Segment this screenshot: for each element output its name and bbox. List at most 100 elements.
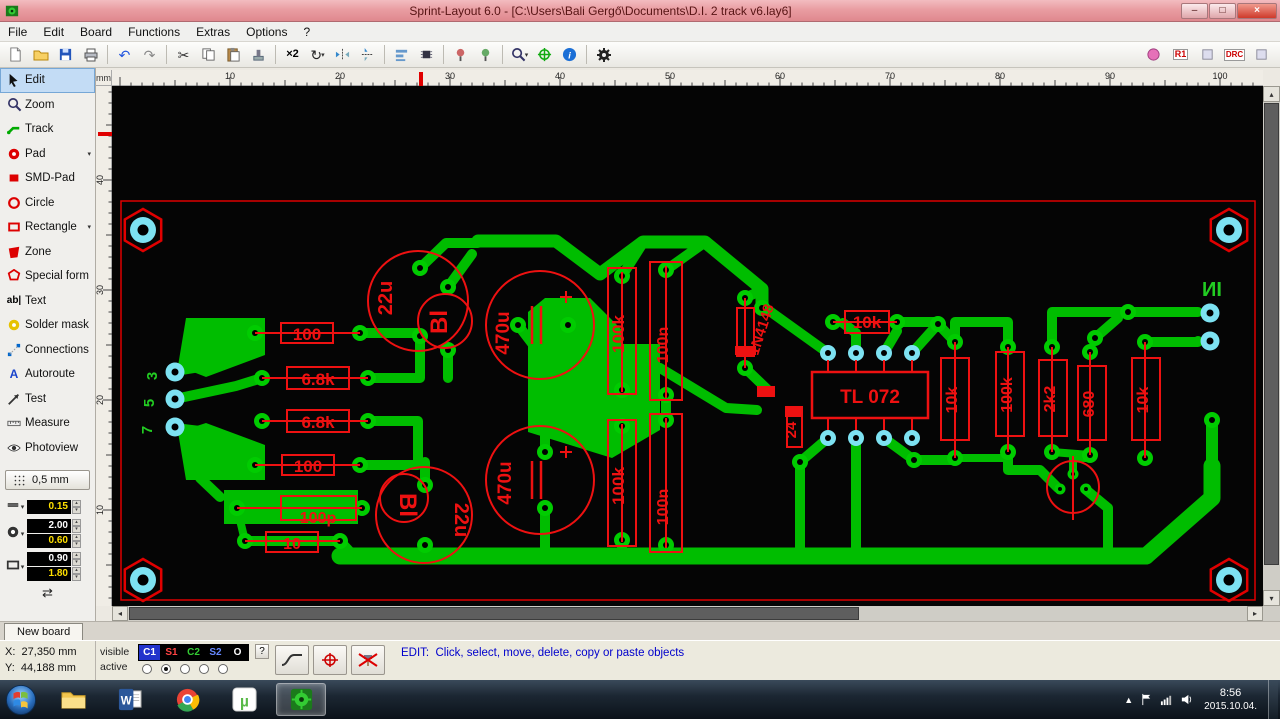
horizontal-scroll-thumb[interactable] — [129, 607, 859, 620]
speaker-icon[interactable] — [1180, 693, 1193, 706]
dropdown-arrow-icon[interactable]: ▾ — [87, 223, 91, 231]
tool-measure[interactable]: Measure — [0, 411, 95, 436]
delete-button[interactable] — [246, 44, 271, 66]
tool-smd-pad[interactable]: SMD-Pad — [0, 166, 95, 191]
scroll-down-icon[interactable]: ▾ — [1263, 590, 1280, 606]
origin-button[interactable] — [532, 44, 557, 66]
pad-diameter-value[interactable]: 2.00 — [27, 519, 71, 533]
taskbar-app-windows-explorer[interactable] — [48, 683, 98, 716]
layer-s2-button[interactable]: S2 — [205, 645, 226, 660]
vertical-scroll-thumb[interactable] — [1264, 103, 1279, 565]
tool-edit[interactable]: Edit — [0, 68, 95, 93]
component-side-button[interactable] — [473, 44, 498, 66]
redo-button[interactable]: ↷ — [137, 44, 162, 66]
tool-track[interactable]: Track — [0, 117, 95, 142]
active-layer-radio-c2[interactable] — [180, 664, 190, 674]
active-layer-radio-s2[interactable] — [199, 664, 209, 674]
pcb-canvas[interactable]: 22u Bl 470u 100 6.8k 6.8k 100 100p 10 Bl 22u 470u 10… — [112, 86, 1263, 606]
start-button[interactable] — [4, 683, 38, 717]
taskbar-app-sprint-layout[interactable] — [276, 683, 326, 716]
pad-drill-spinner[interactable]: ▴ ▾ — [72, 534, 81, 548]
report-r1-button[interactable]: R1 — [1168, 44, 1193, 66]
tool-test[interactable]: Test — [0, 387, 95, 412]
pad-cross-button[interactable] — [313, 645, 347, 675]
maximize-button[interactable]: □ — [1209, 2, 1236, 19]
tool-connections[interactable]: Connections — [0, 338, 95, 363]
active-layer-radio-o[interactable] — [218, 664, 228, 674]
track-width-spinner[interactable]: ▴ ▾ — [72, 499, 81, 514]
menu-item-edit[interactable]: Edit — [35, 22, 72, 42]
close-button[interactable]: × — [1237, 2, 1277, 19]
scroll-right-icon[interactable]: ▸ — [1247, 606, 1263, 621]
cut-button[interactable]: ✂ — [171, 44, 196, 66]
active-layer-radio-s1[interactable] — [161, 664, 171, 674]
footprint-button[interactable] — [414, 44, 439, 66]
menu-item-options[interactable]: Options — [238, 22, 295, 42]
tool-circle[interactable]: Circle — [0, 191, 95, 216]
new-panel-button[interactable] — [1195, 44, 1220, 66]
menu-item-functions[interactable]: Functions — [120, 22, 188, 42]
tool-autoroute[interactable]: A Autoroute — [0, 362, 95, 387]
undo-button[interactable]: ↶ — [112, 44, 137, 66]
scroll-left-icon[interactable]: ◂ — [112, 606, 128, 621]
layer-c1-button[interactable]: C1 — [139, 645, 160, 660]
taskbar-app-utorrent[interactable]: µ — [219, 683, 269, 716]
print-button[interactable] — [78, 44, 103, 66]
solder-side-button[interactable] — [448, 44, 473, 66]
zoom-mode-button[interactable]: ▾ — [507, 44, 532, 66]
minimize-button[interactable]: – — [1181, 2, 1208, 19]
macro-library-button[interactable] — [1141, 44, 1166, 66]
tool-text[interactable]: ab| Text — [0, 289, 95, 314]
board-info-button[interactable]: i — [557, 44, 582, 66]
grid-selector[interactable]: 0,5 mm — [5, 470, 90, 490]
smd-height-spinner[interactable]: ▴ ▾ — [72, 567, 81, 581]
save-file-button[interactable] — [53, 44, 78, 66]
board-tab[interactable]: New board — [4, 623, 84, 640]
tool-photoview[interactable]: Photoview — [0, 436, 95, 461]
flag-icon[interactable] — [1140, 693, 1153, 706]
drc-check-button[interactable]: DRC — [1222, 44, 1247, 66]
menu-item-extras[interactable]: Extras — [188, 22, 238, 42]
layer-help-button[interactable]: ? — [255, 644, 269, 659]
swap-values-icon[interactable]: ⇄ — [3, 585, 92, 601]
align-button[interactable] — [389, 44, 414, 66]
dropdown-arrow-icon[interactable]: ▾ — [87, 150, 91, 158]
clock[interactable]: 8:56 2015.10.04. — [1204, 687, 1257, 713]
paste-button[interactable] — [221, 44, 246, 66]
open-file-button[interactable] — [28, 44, 53, 66]
new-file-button[interactable] — [3, 44, 28, 66]
rotate-button[interactable]: ↻ ▾ — [305, 44, 330, 66]
duplicate-button[interactable]: ×2 — [280, 44, 305, 66]
mini-viewer-button[interactable] — [1249, 44, 1274, 66]
tool-zone[interactable]: Zone — [0, 240, 95, 265]
drc-off-button[interactable] — [351, 645, 385, 675]
track-width-dropdown-icon[interactable]: ▾ — [21, 503, 25, 511]
pad-drill-value[interactable]: 0.60 — [27, 534, 71, 548]
menu-item-file[interactable]: File — [0, 22, 35, 42]
settings-button[interactable] — [591, 44, 616, 66]
smd-size-dropdown-icon[interactable]: ▾ — [21, 563, 25, 571]
vertical-scrollbar[interactable]: ▴ ▾ — [1263, 86, 1280, 606]
hidden-icons-icon[interactable]: ▲ — [1124, 695, 1133, 705]
tool-special-form[interactable]: Special form — [0, 264, 95, 289]
layer-c2-button[interactable]: C2 — [183, 645, 204, 660]
smd-width-value[interactable]: 0.90 — [27, 552, 71, 566]
copy-button[interactable] — [196, 44, 221, 66]
tool-solder-mask[interactable]: Solder mask — [0, 313, 95, 338]
track-width-value[interactable]: 0.15 — [27, 499, 71, 514]
pad-diameter-spinner[interactable]: ▴ ▾ — [72, 519, 81, 533]
flip-horizontal-button[interactable] — [330, 44, 355, 66]
show-desktop-button[interactable] — [1268, 680, 1278, 719]
dropdown-arrow-icon[interactable]: ▾ — [321, 51, 325, 59]
tool-pad[interactable]: Pad ▾ — [0, 142, 95, 167]
smd-height-value[interactable]: 1.80 — [27, 567, 71, 581]
tool-zoom[interactable]: Zoom — [0, 93, 95, 118]
menu-item-help[interactable]: ? — [295, 22, 318, 42]
tool-rectangle[interactable]: Rectangle ▾ — [0, 215, 95, 240]
active-layer-radio-c1[interactable] — [142, 664, 152, 674]
taskbar-app-chrome[interactable] — [162, 683, 212, 716]
track-mode-button[interactable] — [275, 645, 309, 675]
dropdown-arrow-icon[interactable]: ▾ — [525, 51, 529, 59]
layer-o-button[interactable]: O — [227, 645, 248, 660]
network-icon[interactable] — [1160, 693, 1173, 706]
